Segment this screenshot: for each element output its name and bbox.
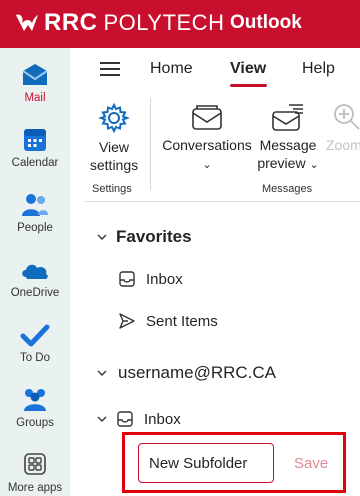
chevron-down-icon [97, 416, 107, 422]
folder-label-inbox: Inbox [144, 410, 181, 428]
account-header[interactable]: username@RRC.CA [96, 363, 276, 383]
ribbon-separator [150, 98, 151, 190]
rail-item-mail[interactable]: Mail [0, 62, 70, 122]
view-settings-label-line2: settings [89, 157, 139, 173]
conversations-label: Conversations [162, 137, 252, 153]
rail-label-calendar: Calendar [11, 157, 59, 169]
brand-name-bold: RRC [44, 9, 98, 36]
conversations-chevron-down-icon: ⌄ [202, 159, 212, 171]
favorites-header[interactable]: Favorites [96, 227, 192, 247]
new-subfolder-input[interactable] [138, 443, 274, 483]
people-icon [22, 194, 48, 216]
zoom-button[interactable]: Zoom [326, 102, 360, 154]
send-icon [119, 313, 135, 329]
folder-label-sent-items: Sent Items [146, 312, 218, 330]
mail-icon [22, 64, 48, 85]
chevron-down-icon [97, 370, 107, 376]
todo-check-icon [20, 324, 50, 347]
tab-help[interactable]: Help [302, 60, 335, 78]
rail-item-calendar[interactable]: Calendar [0, 127, 70, 187]
message-preview-icon [272, 104, 303, 131]
inbox-icon [119, 271, 135, 287]
rail-label-onedrive: OneDrive [10, 287, 60, 299]
tab-view[interactable]: View [230, 60, 266, 78]
more-apps-icon [24, 453, 46, 475]
calendar-icon [24, 129, 46, 151]
message-preview-label-line1: Message [259, 137, 317, 153]
ribbon-group-settings: Settings [92, 183, 132, 195]
onedrive-icon [22, 264, 48, 279]
ribbon: View settings Settings Conversations ⌄ M… [84, 92, 360, 202]
inbox-icon [117, 411, 133, 427]
folder-item-sent-items[interactable]: Sent Items [118, 312, 218, 330]
conversations-icon [192, 105, 222, 130]
ribbon-group-messages: Messages [262, 183, 313, 195]
brand-name-light: POLYTECH [103, 10, 225, 35]
save-button[interactable]: Save [294, 455, 328, 472]
app-title[interactable]: Outlook [230, 12, 302, 34]
message-preview-button[interactable]: Message preview ⌄ [256, 102, 320, 174]
rail-label-mail: Mail [24, 92, 46, 104]
view-settings-label-line1: View [98, 139, 130, 155]
menu-hamburger-icon[interactable] [100, 62, 120, 76]
favorites-title: Favorites [116, 227, 192, 246]
zoom-label: Zoom [326, 137, 360, 153]
gear-icon [98, 102, 130, 134]
chevron-down-icon [97, 234, 107, 240]
account-name: username@RRC.CA [118, 363, 277, 382]
app-rail: Mail Calendar People OneDrive To Do Grou… [0, 48, 70, 496]
ribbon-tabs: Home View Help [70, 48, 360, 92]
message-preview-label-line2: preview [257, 155, 306, 171]
rail-item-more-apps[interactable]: More apps [0, 452, 70, 496]
active-tab-indicator [230, 84, 267, 87]
rail-item-people[interactable]: People [0, 192, 70, 252]
tab-home[interactable]: Home [150, 60, 193, 78]
conversations-button[interactable]: Conversations ⌄ [160, 104, 254, 174]
message-preview-chevron-down-icon: ⌄ [309, 159, 319, 171]
zoom-in-icon [334, 104, 360, 130]
top-bar: RRC POLYTECH Outlook [0, 0, 360, 48]
rail-label-groups: Groups [16, 417, 54, 429]
rail-label-more-apps: More apps [7, 482, 63, 494]
folder-item-inbox[interactable]: Inbox [96, 410, 181, 428]
folder-label-fav-inbox: Inbox [146, 270, 183, 288]
rrc-logo-mark-icon [16, 14, 38, 31]
rail-label-todo: To Do [19, 352, 51, 364]
brand-logo: RRC POLYTECH [12, 8, 224, 38]
folder-item-fav-inbox[interactable]: Inbox [118, 270, 183, 288]
rail-label-people: People [17, 222, 53, 234]
rail-item-onedrive[interactable]: OneDrive [0, 257, 70, 317]
groups-icon [24, 389, 46, 411]
rail-item-groups[interactable]: Groups [0, 387, 70, 447]
view-settings-button[interactable]: View settings [84, 102, 144, 174]
rail-item-todo[interactable]: To Do [0, 322, 70, 382]
